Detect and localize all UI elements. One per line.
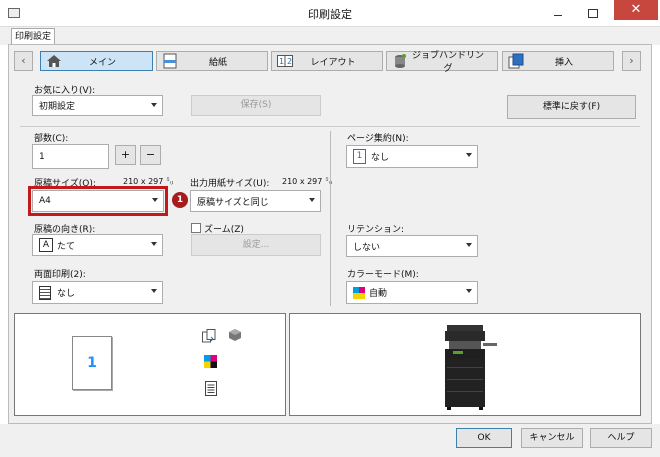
color-mode-label: カラーモード(M): — [347, 270, 419, 280]
cancel-button[interactable]: キャンセル — [521, 428, 583, 448]
insert-icon — [507, 53, 525, 69]
nav-main[interactable]: メイン — [40, 51, 153, 71]
copies-input[interactable]: 1 — [32, 144, 109, 169]
portrait-icon: A — [39, 238, 53, 252]
chevron-down-icon — [466, 289, 472, 293]
nav-prev-button[interactable]: ‹ — [14, 51, 33, 71]
nav-insert-label: 挿入 — [554, 57, 573, 68]
printer-icon — [443, 323, 499, 411]
collate-icon — [202, 329, 216, 343]
retention-value: しない — [353, 242, 381, 253]
orientation-value: たて — [57, 241, 76, 252]
nup-value: なし — [371, 153, 390, 163]
duplex-select[interactable]: なし — [32, 281, 163, 304]
home-icon — [45, 53, 63, 69]
chevron-down-icon — [309, 198, 315, 202]
copies-decrement-button[interactable]: − — [140, 145, 161, 165]
nav-paper-source-label: 給紙 — [208, 57, 227, 68]
chevron-down-icon — [151, 289, 157, 293]
preview-page-number: 1 — [87, 355, 97, 371]
favorites-select[interactable]: 初期設定 — [32, 95, 163, 116]
output-size-label: 出力用紙サイズ(U): — [190, 179, 270, 189]
favorites-value: 初期設定 — [39, 102, 76, 112]
nav-main-label: メイン — [88, 57, 116, 68]
reset-defaults-button[interactable]: 標準に戻す(F) — [507, 95, 636, 119]
nup-page-icon: 1 — [353, 149, 366, 164]
nav-job-handling-label: ジョブハンドリング — [411, 51, 484, 74]
staple-icon — [228, 328, 242, 342]
maximize-button[interactable] — [582, 6, 602, 20]
document-icon — [205, 381, 217, 396]
output-size-dims: 210 x 297 ㍉ — [282, 177, 333, 186]
paper-tray-icon — [161, 53, 179, 69]
preview-panel — [14, 313, 286, 416]
chevron-down-icon — [466, 153, 472, 157]
ok-button[interactable]: OK — [456, 428, 512, 448]
copies-label: 部数(C): — [34, 134, 69, 144]
chevron-down-icon — [152, 198, 158, 202]
copies-value: 1 — [39, 151, 45, 162]
layout-icon: 12 — [276, 53, 294, 69]
duplex-value: なし — [57, 289, 76, 299]
chevron-down-icon — [466, 243, 472, 247]
retention-label: リテンション: — [347, 225, 405, 235]
svg-text:2: 2 — [287, 57, 292, 66]
save-button[interactable]: 保存(S) — [191, 95, 321, 116]
document-icon — [39, 285, 51, 300]
nav-layout[interactable]: 12 レイアウト — [271, 51, 383, 71]
retention-select[interactable]: しない — [346, 235, 478, 257]
job-handling-icon — [391, 53, 409, 69]
color-mode-value: 自動 — [369, 289, 388, 299]
divider — [20, 126, 640, 127]
chevron-down-icon — [151, 103, 157, 107]
nup-select[interactable]: 1 なし — [346, 145, 478, 168]
color-mode-select[interactable]: 自動 — [346, 281, 478, 304]
original-size-select[interactable]: A4 — [32, 190, 164, 212]
title-bar: 印刷設定 ✕ — [0, 0, 660, 27]
zoom-settings-button[interactable]: 設定... — [191, 234, 321, 256]
preview-page: 1 — [72, 336, 112, 390]
nav-job-handling[interactable]: ジョブハンドリング — [386, 51, 498, 74]
tab-strip — [0, 27, 660, 45]
cmyk-icon — [353, 286, 365, 299]
orientation-select[interactable]: A たて — [32, 234, 163, 256]
original-size-value: A4 — [39, 196, 51, 206]
nav-insert[interactable]: 挿入 — [502, 51, 614, 71]
chevron-down-icon — [151, 242, 157, 246]
svg-text:1: 1 — [279, 57, 284, 66]
close-button[interactable]: ✕ — [614, 0, 658, 20]
output-size-value: 原稿サイズと同じ — [197, 197, 269, 208]
zoom-checkbox[interactable] — [191, 223, 201, 233]
duplex-label: 両面印刷(2): — [34, 270, 86, 280]
output-size-select[interactable]: 原稿サイズと同じ — [190, 190, 321, 212]
color-icon — [204, 355, 217, 368]
copies-increment-button[interactable]: + — [115, 145, 136, 165]
nav-next-button[interactable]: › — [622, 51, 641, 71]
column-separator — [330, 131, 331, 306]
nup-label: ページ集約(N): — [347, 134, 409, 144]
minimize-button[interactable] — [548, 6, 568, 20]
tab-print-settings[interactable]: 印刷設定 — [11, 28, 55, 45]
nav-layout-label: レイアウト — [310, 57, 356, 68]
callout-badge: 1 — [172, 192, 188, 208]
nav-paper-source[interactable]: 給紙 — [156, 51, 268, 71]
help-button[interactable]: ヘルプ — [590, 428, 652, 448]
